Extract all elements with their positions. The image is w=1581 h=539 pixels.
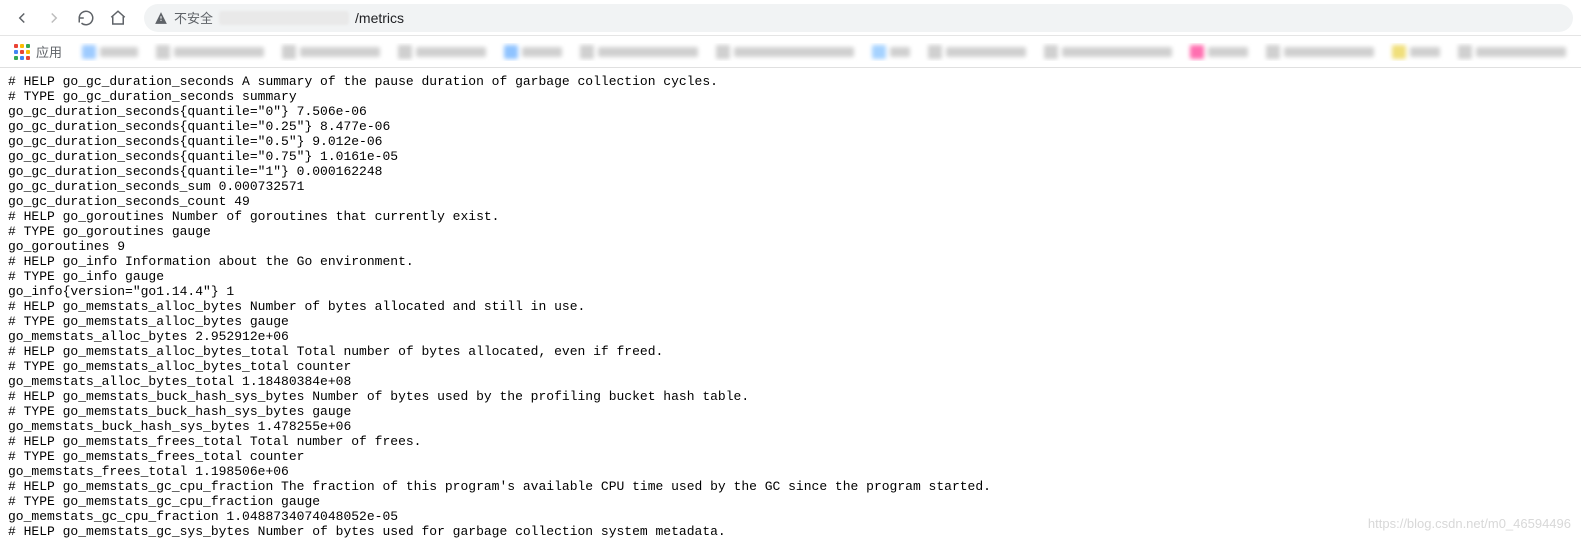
bookmark-item[interactable] [152, 43, 268, 61]
bookmark-item[interactable] [278, 43, 384, 61]
apps-button[interactable]: 应用 [8, 40, 68, 63]
apps-grid-icon [14, 44, 30, 60]
bookmark-item[interactable] [500, 43, 566, 61]
address-host-redacted [219, 11, 349, 25]
bookmarks-bar: 应用 [0, 36, 1581, 68]
bookmark-item[interactable] [924, 43, 1030, 61]
bookmark-item[interactable] [712, 43, 858, 61]
bookmark-item[interactable] [78, 43, 142, 61]
bookmark-item[interactable] [576, 43, 702, 61]
metrics-output: # HELP go_gc_duration_seconds A summary … [0, 68, 1581, 539]
back-button[interactable] [8, 4, 36, 32]
bookmark-item[interactable] [1454, 43, 1570, 61]
bookmark-item[interactable] [394, 43, 490, 61]
bookmarks-items [78, 43, 1573, 61]
address-bar[interactable]: 不安全 /metrics [144, 4, 1573, 32]
browser-toolbar: 不安全 /metrics [0, 0, 1581, 36]
security-label: 不安全 [174, 8, 213, 27]
bookmark-item[interactable] [1262, 43, 1378, 61]
forward-button[interactable] [40, 4, 68, 32]
bookmark-item[interactable] [1040, 43, 1176, 61]
address-path: /metrics [355, 10, 404, 26]
reload-button[interactable] [72, 4, 100, 32]
bookmark-item[interactable] [1388, 43, 1444, 61]
apps-label: 应用 [36, 42, 62, 61]
home-button[interactable] [104, 4, 132, 32]
bookmark-item[interactable] [1186, 43, 1252, 61]
bookmark-item[interactable] [868, 43, 914, 61]
not-secure-icon [154, 11, 168, 25]
